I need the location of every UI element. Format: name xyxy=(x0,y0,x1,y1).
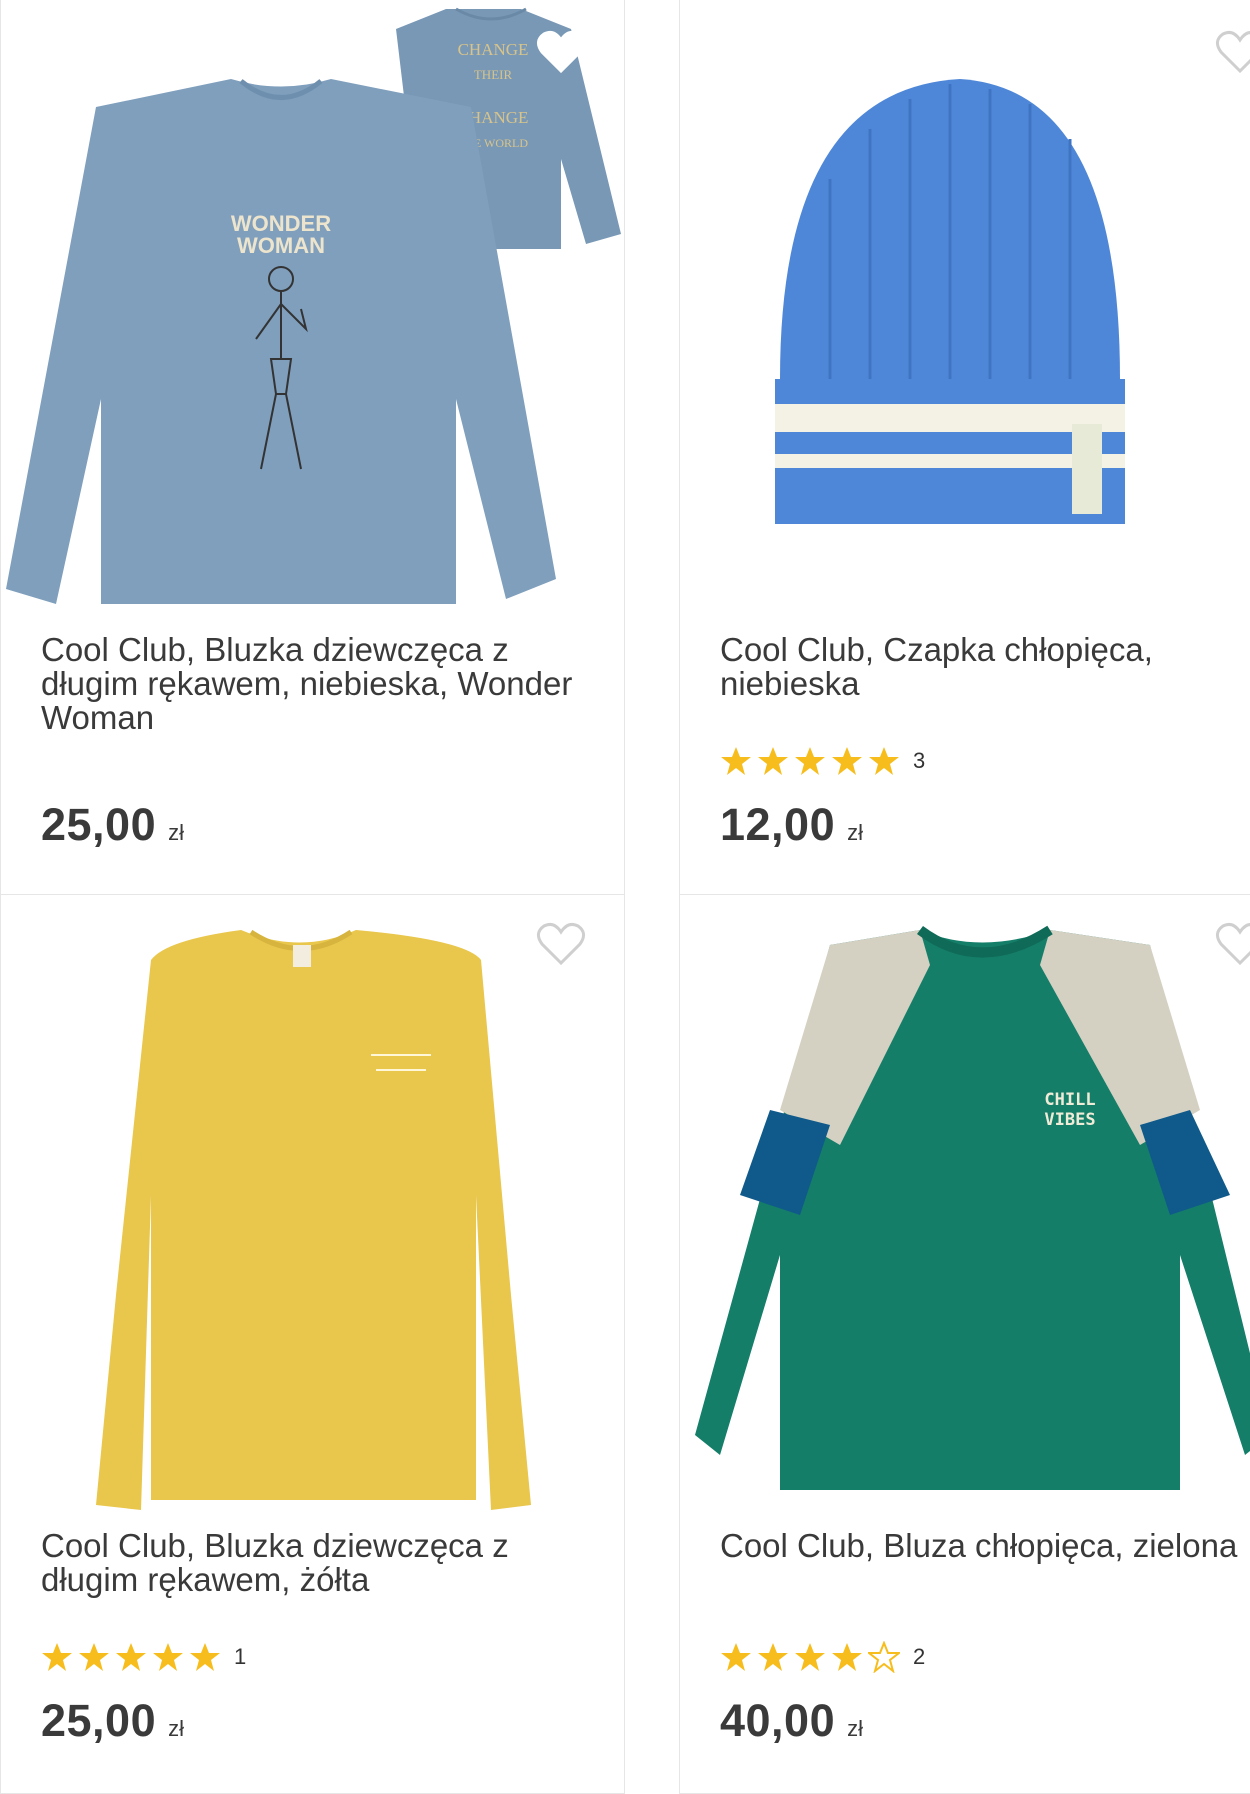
star-filled-icon xyxy=(721,747,751,775)
product-card[interactable]: CHILL VIBES Cool Club, Bluza chłopięca, … xyxy=(679,894,1250,1794)
star-filled-icon xyxy=(758,747,788,775)
product-rating: 2 xyxy=(720,1641,925,1673)
product-price: 40,00 zł xyxy=(720,1695,863,1747)
product-title[interactable]: Cool Club, Bluzka dziewczęca z długim rę… xyxy=(41,633,601,735)
product-image[interactable]: CHILL VIBES xyxy=(680,895,1250,1515)
star-filled-icon xyxy=(116,1643,146,1671)
price-amount: 12,00 xyxy=(720,799,836,850)
product-title[interactable]: Cool Club, Czapka chłopięca, niebieska xyxy=(720,633,1250,701)
heart-icon[interactable] xyxy=(536,29,586,75)
product-grid: CHANGE THEIR CHANGE THE WORLD WONDER WOM… xyxy=(0,0,1250,1794)
product-rating: 1 xyxy=(41,1641,246,1673)
star-filled-icon xyxy=(79,1643,109,1671)
product-image[interactable] xyxy=(1,895,624,1515)
star-filled-icon xyxy=(758,1643,788,1671)
star-filled-icon xyxy=(795,1643,825,1671)
print-text: VIBES xyxy=(1044,1110,1095,1130)
product-price: 12,00 zł xyxy=(720,799,863,851)
print-text: CHANGE xyxy=(458,40,529,59)
star-filled-icon xyxy=(190,1643,220,1671)
product-rating: 3 xyxy=(720,745,925,777)
heart-icon[interactable] xyxy=(536,921,586,967)
product-title[interactable]: Cool Club, Bluzka dziewczęca z długim rę… xyxy=(41,1529,601,1597)
product-card[interactable]: Cool Club, Bluzka dziewczęca z długim rę… xyxy=(0,894,625,1794)
product-price: 25,00 zł xyxy=(41,799,184,851)
star-filled-icon xyxy=(869,747,899,775)
star-filled-icon xyxy=(795,747,825,775)
product-title[interactable]: Cool Club, Bluza chłopięca, zielona xyxy=(720,1529,1250,1563)
rating-count: 2 xyxy=(913,1644,926,1669)
star-filled-icon xyxy=(832,1643,862,1671)
product-image[interactable]: CHANGE THEIR CHANGE THE WORLD WONDER WOM… xyxy=(1,0,624,619)
price-currency: zł xyxy=(847,820,864,845)
product-card[interactable]: Cool Club, Czapka chłopięca, niebieska 3… xyxy=(679,0,1250,896)
heart-icon[interactable] xyxy=(1215,921,1250,967)
price-amount: 40,00 xyxy=(720,1695,836,1746)
price-currency: zł xyxy=(168,820,185,845)
price-amount: 25,00 xyxy=(41,1695,157,1746)
star-filled-icon xyxy=(42,1643,72,1671)
product-card[interactable]: CHANGE THEIR CHANGE THE WORLD WONDER WOM… xyxy=(0,0,625,896)
star-filled-icon xyxy=(153,1643,183,1671)
print-text: WOMAN xyxy=(237,233,325,258)
star-filled-icon xyxy=(721,1643,751,1671)
star-filled-icon xyxy=(832,747,862,775)
print-text: CHILL xyxy=(1044,1090,1095,1110)
product-price: 25,00 zł xyxy=(41,1695,184,1747)
print-text: THEIR xyxy=(474,67,513,82)
price-currency: zł xyxy=(168,1716,185,1741)
rating-count: 1 xyxy=(234,1644,247,1669)
price-currency: zł xyxy=(847,1716,864,1741)
price-amount: 25,00 xyxy=(41,799,157,850)
product-image[interactable] xyxy=(680,0,1250,619)
star-empty-icon xyxy=(868,1641,900,1673)
rating-count: 3 xyxy=(913,748,926,773)
heart-icon[interactable] xyxy=(1215,29,1250,75)
